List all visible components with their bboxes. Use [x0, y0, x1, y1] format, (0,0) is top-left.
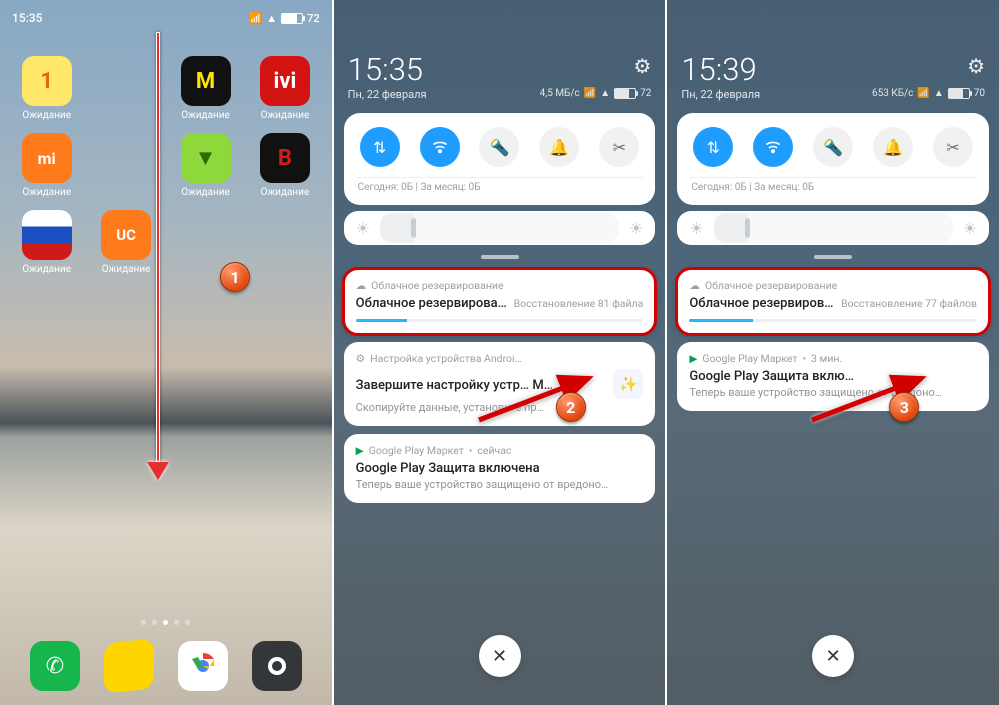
- qs-wifi-icon[interactable]: [753, 127, 793, 167]
- qs-sound-icon[interactable]: 🔔: [873, 127, 913, 167]
- qs-flashlight-icon[interactable]: 🔦: [479, 127, 519, 167]
- cloud-backup-notification[interactable]: ☁ Облачное резервирование Облачное резер…: [677, 269, 989, 334]
- battery-icon: [948, 88, 970, 99]
- clear-all-button[interactable]: ✕: [479, 635, 521, 677]
- app-slot[interactable]: UC Ожидание: [89, 210, 162, 275]
- notif-title: Google Play Защита включена: [356, 461, 644, 476]
- cloud-icon: ☁: [689, 279, 700, 292]
- shade-handle[interactable]: [481, 255, 519, 259]
- notif-body: Теперь ваше устройство защищено от вредо…: [356, 478, 644, 491]
- sun-bright-icon: ☀: [963, 219, 977, 238]
- sun-dim-icon: ☀: [689, 219, 703, 238]
- device-setup-notification[interactable]: ⚙ Настройка устройства Androi… Завершите…: [344, 342, 656, 426]
- clock: 15:35: [12, 11, 42, 25]
- shade-header: 15:39 Пн, 22 февраля ⚙ 653 КБ/с 📶 ▲ 70: [667, 36, 999, 109]
- progress-bar: [689, 319, 977, 322]
- notif-title: Завершите настройку устр… М…: [356, 378, 553, 393]
- battery-pct: 72: [307, 12, 320, 25]
- signal-icon: 📶: [249, 12, 263, 25]
- brightness-slider[interactable]: ☀ ☀: [677, 211, 989, 245]
- play-shield-icon: ▶: [689, 352, 697, 365]
- signal-icon: 📶: [917, 88, 929, 99]
- shade-date: Пн, 22 февраля: [348, 88, 427, 101]
- app-slot[interactable]: Ожидание: [10, 210, 83, 275]
- play-protect-notification[interactable]: ▶ Google Play Маркет • 3 мин. Google Pla…: [677, 342, 989, 411]
- qs-screenshot-icon[interactable]: ✂: [599, 127, 639, 167]
- dock-camera[interactable]: [252, 641, 302, 691]
- qs-data-icon[interactable]: ⇅: [693, 127, 733, 167]
- settings-icon[interactable]: ⚙: [540, 54, 652, 78]
- notification-shade-2: 15:39 Пн, 22 февраля ⚙ 653 КБ/с 📶 ▲ 70 ⇅…: [667, 0, 999, 705]
- home-screen: 15:35 📶 ▲ 72 1 Ожидание M Ожидание ivi О…: [0, 0, 332, 705]
- app-slot[interactable]: ivi Ожидание: [248, 56, 321, 121]
- app-slot[interactable]: M Ожидание: [169, 56, 242, 121]
- app-slot[interactable]: mi Ожидание: [10, 133, 83, 198]
- wifi-icon: ▲: [266, 12, 277, 25]
- notif-title: Облачное резервиров…: [689, 296, 833, 311]
- app-slot[interactable]: B Ожидание: [248, 133, 321, 198]
- net-speed: 653 КБ/с: [872, 88, 913, 99]
- dock-chrome[interactable]: [178, 641, 228, 691]
- app-slot[interactable]: ▼ Ожидание: [169, 133, 242, 198]
- notif-body: Скопируйте данные, установите пр…: [356, 401, 644, 414]
- quick-settings: ⇅ 🔦 🔔 ✂ Сегодня: 0Б | За месяц: 0Б: [344, 113, 656, 205]
- qs-screenshot-icon[interactable]: ✂: [933, 127, 973, 167]
- dock: ✆: [0, 641, 332, 691]
- qs-data-icon[interactable]: ⇅: [360, 127, 400, 167]
- play-protect-notification[interactable]: ▶ Google Play Маркет • сейчас Google Pla…: [344, 434, 656, 503]
- data-usage: Сегодня: 0Б | За месяц: 0Б: [356, 177, 644, 195]
- progress-bar: [356, 319, 644, 322]
- clear-all-button[interactable]: ✕: [812, 635, 854, 677]
- dock-phone[interactable]: ✆: [30, 641, 80, 691]
- sun-bright-icon: ☀: [629, 219, 643, 238]
- cloud-backup-notification[interactable]: ☁ Облачное резервирование Облачное резер…: [344, 269, 656, 334]
- cloud-icon: ☁: [356, 279, 367, 292]
- notif-body: Теперь ваше устройство защищено от вредо…: [689, 386, 977, 399]
- settings-icon[interactable]: ⚙: [872, 54, 985, 78]
- step-badge-1: 1: [220, 262, 250, 292]
- wifi-icon: ▲: [600, 88, 610, 99]
- qs-sound-icon[interactable]: 🔔: [539, 127, 579, 167]
- data-usage: Сегодня: 0Б | За месяц: 0Б: [689, 177, 977, 195]
- notification-shade-1: 15:35 Пн, 22 февраля ⚙ 4,5 МБ/с 📶 ▲ 72 ⇅…: [334, 0, 666, 705]
- shade-clock: 15:39: [681, 54, 760, 85]
- wifi-icon: ▲: [934, 88, 944, 99]
- shade-header: 15:35 Пн, 22 февраля ⚙ 4,5 МБ/с 📶 ▲ 72: [334, 36, 666, 109]
- notif-title: Облачное резервирова…: [356, 296, 507, 311]
- shade-date: Пн, 22 февраля: [681, 88, 760, 101]
- step-badge-2: 2: [556, 392, 586, 422]
- notif-status: Восстановление 77 файлов: [841, 297, 977, 310]
- gear-icon: ⚙: [356, 352, 365, 365]
- swipe-down-arrow: [156, 32, 169, 480]
- brightness-slider[interactable]: ☀ ☀: [344, 211, 656, 245]
- dock-notes[interactable]: [104, 638, 154, 693]
- qs-flashlight-icon[interactable]: 🔦: [813, 127, 853, 167]
- battery-icon: [281, 13, 303, 24]
- page-indicator: [0, 620, 332, 625]
- magic-wand-icon: ✨: [613, 369, 643, 399]
- signal-icon: 📶: [584, 88, 596, 99]
- step-badge-3: 3: [889, 392, 919, 422]
- notif-status: Восстановление 81 файла: [514, 297, 644, 310]
- notif-title: Google Play Защита вклю…: [689, 369, 854, 384]
- shade-handle[interactable]: [814, 255, 852, 259]
- app-slot[interactable]: 1 Ожидание: [10, 56, 83, 121]
- shade-clock: 15:35: [348, 54, 427, 85]
- net-speed: 4,5 МБ/с: [540, 88, 580, 99]
- qs-wifi-icon[interactable]: [420, 127, 460, 167]
- quick-settings: ⇅ 🔦 🔔 ✂ Сегодня: 0Б | За месяц: 0Б: [677, 113, 989, 205]
- battery-icon: [614, 88, 636, 99]
- play-shield-icon: ▶: [356, 444, 364, 457]
- status-bar: 15:35 📶 ▲ 72: [0, 0, 332, 36]
- sun-dim-icon: ☀: [356, 219, 370, 238]
